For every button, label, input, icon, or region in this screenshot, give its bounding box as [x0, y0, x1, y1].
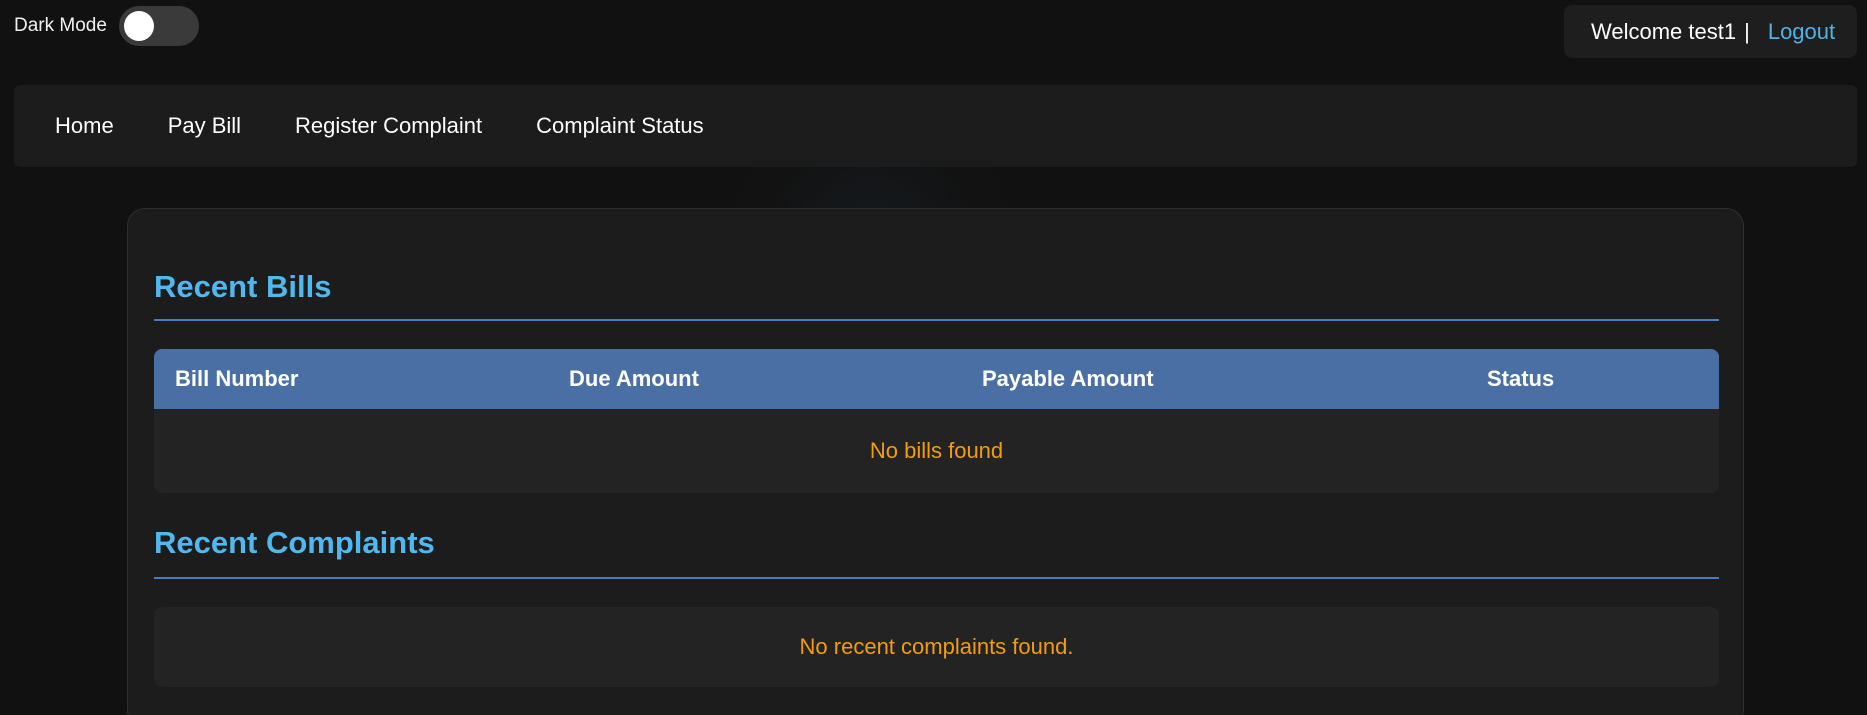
no-complaints-message: No recent complaints found. — [799, 634, 1074, 659]
column-payable-amount: Payable Amount — [982, 366, 1154, 391]
column-due-amount: Due Amount — [569, 366, 699, 391]
recent-bills-title: Recent Bills — [154, 269, 332, 304]
main-nav: Home Pay Bill Register Complaint Complai… — [14, 85, 1857, 167]
bills-table-body: No bills found — [154, 409, 1719, 493]
bills-table-header: Bill Number Due Amount Payable Amount St… — [154, 349, 1719, 409]
complaints-list: No recent complaints found. — [154, 607, 1719, 687]
bills-divider — [154, 319, 1719, 321]
dark-mode-label: Dark Mode — [14, 15, 107, 36]
user-box: Welcome test1 | Logout — [1564, 5, 1857, 58]
dashboard-card: Recent Bills Bill Number Due Amount Paya… — [127, 208, 1744, 715]
toggle-knob — [123, 11, 154, 41]
complaints-divider — [154, 577, 1719, 579]
nav-home[interactable]: Home — [55, 113, 114, 139]
nav-pay-bill[interactable]: Pay Bill — [168, 113, 241, 139]
logout-link[interactable]: Logout — [1768, 19, 1835, 45]
column-bill-number: Bill Number — [175, 366, 299, 391]
welcome-text: Welcome test1 — [1591, 18, 1737, 44]
column-status: Status — [1487, 366, 1555, 391]
separator: | — [1744, 18, 1750, 44]
dark-mode-toggle[interactable] — [118, 6, 199, 46]
top-bar: Dark Mode Welcome test1 | Logout — [0, 0, 1867, 70]
nav-register-complaint[interactable]: Register Complaint — [295, 113, 482, 139]
nav-complaint-status[interactable]: Complaint Status — [536, 113, 704, 139]
recent-complaints-title: Recent Complaints — [154, 525, 435, 560]
no-bills-message: No bills found — [869, 438, 1004, 463]
dark-mode-control: Dark Mode — [14, 6, 199, 46]
